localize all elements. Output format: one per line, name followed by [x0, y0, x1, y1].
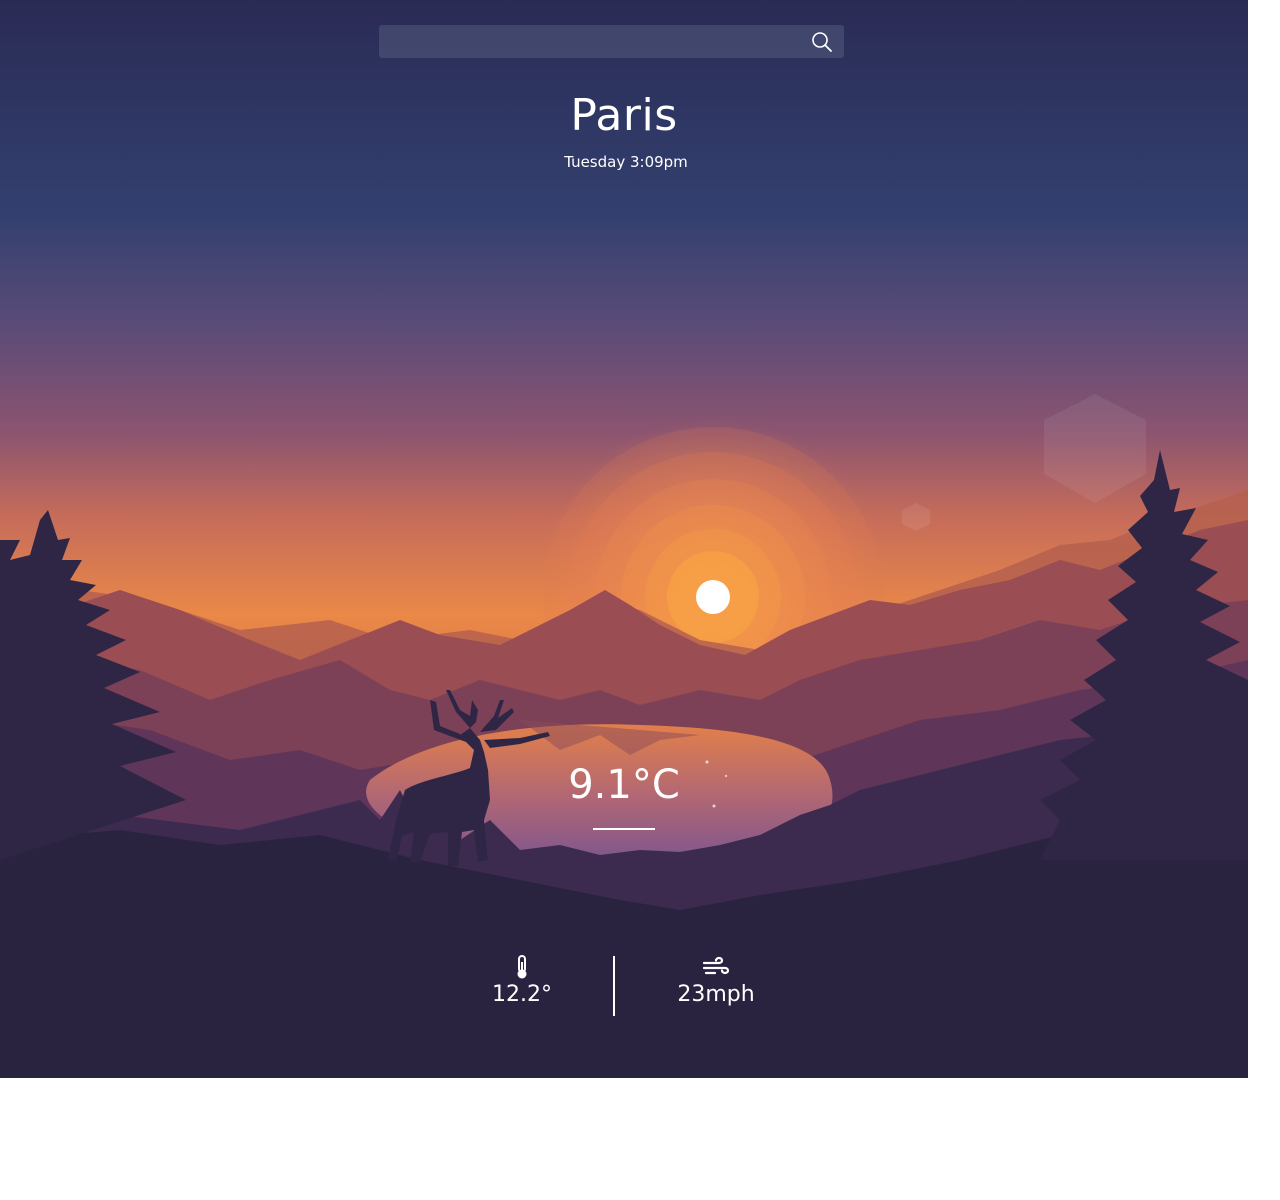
- feels-like-stat: 12.2°: [452, 954, 592, 1010]
- thermometer-icon: [517, 955, 527, 979]
- search-icon: [812, 32, 832, 52]
- wind-icon: [702, 956, 730, 975]
- temperature-underline: [593, 828, 655, 830]
- stat-divider: [613, 956, 615, 1016]
- city-name: Paris: [570, 90, 678, 141]
- search-input[interactable]: [379, 25, 799, 58]
- wind-value: 23mph: [677, 982, 755, 1007]
- search-bar: [379, 25, 844, 58]
- wind-stat: 23mph: [646, 954, 786, 1010]
- search-button[interactable]: [808, 28, 836, 56]
- current-temperature: 9.1°C: [568, 762, 680, 808]
- weather-app: Paris Tuesday 3:09pm 9.1°C 12.2° 23mph: [0, 0, 1248, 1078]
- date-time: Tuesday 3:09pm: [564, 153, 688, 171]
- feels-like-value: 12.2°: [492, 982, 552, 1007]
